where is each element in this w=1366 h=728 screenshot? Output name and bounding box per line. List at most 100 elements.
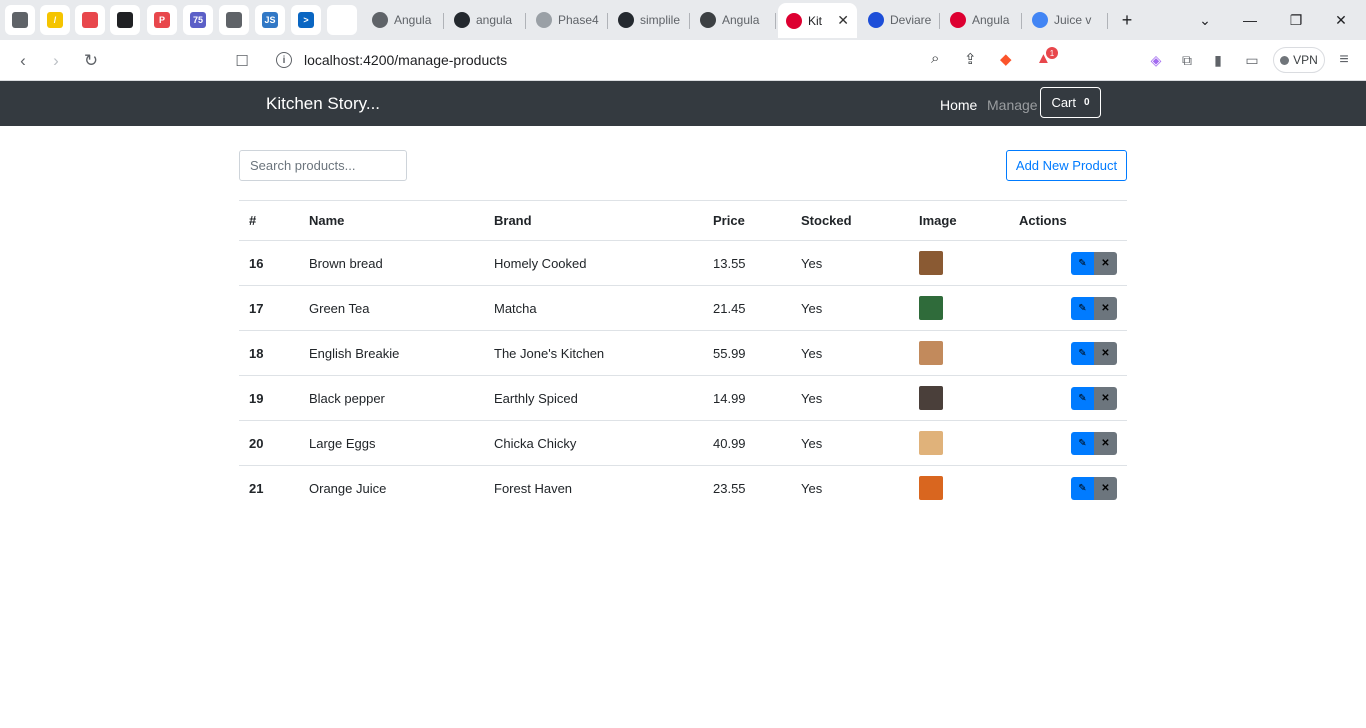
edit-product-button[interactable]: ✎ xyxy=(1071,476,1094,500)
back-icon[interactable]: ‹ xyxy=(10,48,36,74)
nav-manage-link[interactable]: Manage xyxy=(987,97,1038,113)
product-image-cell xyxy=(909,420,1009,466)
tab-separator xyxy=(525,13,526,29)
pinned-tab[interactable] xyxy=(75,5,105,35)
tab-search-chevron-icon[interactable]: ⌄ xyxy=(1191,6,1219,34)
forward-icon[interactable]: › xyxy=(43,48,69,74)
zoom-icon[interactable]: ⌕ xyxy=(931,50,939,67)
pinned-tab[interactable]: > xyxy=(291,5,321,35)
delete-product-button[interactable]: ✕ xyxy=(1094,341,1117,365)
browser-tab[interactable]: Angula xyxy=(942,5,1022,35)
url-text[interactable]: localhost:4200/manage-products xyxy=(304,52,507,68)
cart-count-badge: 0 xyxy=(1084,97,1090,108)
cart-button[interactable]: Cart 0 xyxy=(1040,87,1101,118)
browser-tab[interactable]: Angula xyxy=(364,5,444,35)
delete-product-button[interactable]: ✕ xyxy=(1094,476,1117,500)
tab-separator xyxy=(775,13,776,29)
delete-product-button[interactable]: ✕ xyxy=(1094,386,1117,410)
add-new-product-button[interactable]: Add New Product xyxy=(1006,150,1127,181)
bookmark-icon[interactable]: ☐ xyxy=(229,48,255,74)
pinned-tab[interactable] xyxy=(219,5,249,35)
pinned-tab[interactable] xyxy=(5,5,35,35)
browser-tab[interactable]: Juice v xyxy=(1024,5,1108,35)
close-tab-icon[interactable]: ✕ xyxy=(837,12,849,29)
brand-title[interactable]: Kitchen Story... xyxy=(266,94,380,114)
tab-title: Juice v xyxy=(1054,13,1092,27)
pen-icon: / xyxy=(47,12,63,28)
pinned-tab[interactable]: P xyxy=(147,5,177,35)
loading-icon xyxy=(536,12,552,28)
restore-icon[interactable]: ❐ xyxy=(1282,6,1310,34)
tab-separator xyxy=(607,13,608,29)
product-price: 21.45 xyxy=(703,285,791,331)
pinned-tab[interactable]: JS xyxy=(255,5,285,35)
edit-product-button[interactable]: ✎ xyxy=(1071,431,1094,455)
product-stocked: Yes xyxy=(791,240,909,286)
product-id: 21 xyxy=(239,465,299,511)
product-image-cell xyxy=(909,330,1009,376)
sidebar-icon[interactable]: ▮ xyxy=(1208,50,1228,70)
product-stocked: Yes xyxy=(791,465,909,511)
tab-title: simplile xyxy=(640,13,681,27)
table-row: 20 Large Eggs Chicka Chicky 40.99 Yes ✎ ✕ xyxy=(239,420,1127,466)
product-id: 19 xyxy=(239,375,299,421)
nav-home-link[interactable]: Home xyxy=(940,97,977,113)
column-header: Image xyxy=(909,200,1009,241)
angular-globe-icon xyxy=(372,12,388,28)
extensions-icon[interactable]: ⧉ xyxy=(1177,50,1197,70)
column-header: Actions xyxy=(1009,200,1127,241)
tab-title: Angula xyxy=(394,13,432,27)
browser-tab[interactable]: angula xyxy=(446,5,526,35)
edit-product-button[interactable]: ✎ xyxy=(1071,341,1094,365)
table-header-row: # Name Brand Price Stocked Image Actions xyxy=(239,200,1127,241)
browser-tab[interactable]: Deviare xyxy=(860,5,940,35)
brave-shield-icon[interactable]: ◆ xyxy=(1000,50,1012,68)
blank-icon xyxy=(334,12,350,28)
product-stocked: Yes xyxy=(791,420,909,466)
leo-ai-icon[interactable]: ◈ xyxy=(1146,50,1166,70)
rewards-count-badge: 1 xyxy=(1046,47,1058,59)
github-icon xyxy=(618,12,634,28)
product-image-cell xyxy=(909,465,1009,511)
product-price: 23.55 xyxy=(703,465,791,511)
reload-icon[interactable]: ↻ xyxy=(78,48,104,74)
site-info-icon[interactable]: i xyxy=(276,52,292,68)
share-icon[interactable]: ⇪ xyxy=(964,50,977,68)
product-name: Brown bread xyxy=(299,240,484,286)
product-name: Black pepper xyxy=(299,375,484,421)
browser-tab[interactable]: Phase4 xyxy=(528,5,608,35)
pinned-tab[interactable] xyxy=(327,5,357,35)
pinned-tab[interactable] xyxy=(110,5,140,35)
browser-tab[interactable]: Angula xyxy=(692,5,776,35)
wallet-icon[interactable]: ▭ xyxy=(1242,50,1262,70)
product-price: 55.99 xyxy=(703,330,791,376)
actions-cell: ✎ ✕ xyxy=(1009,420,1127,466)
tab-title: Phase4 xyxy=(558,13,599,27)
close-window-icon[interactable]: ✕ xyxy=(1327,6,1355,34)
product-brand: Earthly Spiced xyxy=(484,375,703,421)
column-header: Brand xyxy=(484,200,703,241)
menu-icon[interactable]: ≡ xyxy=(1334,50,1354,70)
minimize-icon[interactable]: — xyxy=(1236,6,1264,34)
browser-tab[interactable]: simplile xyxy=(610,5,690,35)
browser-toolbar: ‹ › ↻ ☐ i localhost:4200/manage-products… xyxy=(0,40,1366,81)
tab-separator xyxy=(1021,13,1022,29)
edit-product-button[interactable]: ✎ xyxy=(1071,296,1094,320)
delete-product-button[interactable]: ✕ xyxy=(1094,296,1117,320)
address-bar[interactable]: i localhost:4200/manage-products ⌕ ⇪ ◆ ▲… xyxy=(266,45,1062,76)
actions-cell: ✎ ✕ xyxy=(1009,285,1127,331)
pinned-tab[interactable]: 75 xyxy=(183,5,213,35)
new-tab-button[interactable]: + xyxy=(1113,6,1141,34)
deviare-icon xyxy=(868,12,884,28)
delete-product-button[interactable]: ✕ xyxy=(1094,251,1117,275)
edit-product-button[interactable]: ✎ xyxy=(1071,251,1094,275)
product-thumbnail xyxy=(919,341,943,365)
product-search-input[interactable] xyxy=(239,150,407,181)
browser-tab[interactable]: Kit ✕ xyxy=(778,3,857,38)
product-image-cell xyxy=(909,375,1009,421)
delete-product-button[interactable]: ✕ xyxy=(1094,431,1117,455)
pinned-tab[interactable]: / xyxy=(40,5,70,35)
vpn-button[interactable]: VPN xyxy=(1273,47,1325,73)
edit-product-button[interactable]: ✎ xyxy=(1071,386,1094,410)
product-image-cell xyxy=(909,285,1009,331)
